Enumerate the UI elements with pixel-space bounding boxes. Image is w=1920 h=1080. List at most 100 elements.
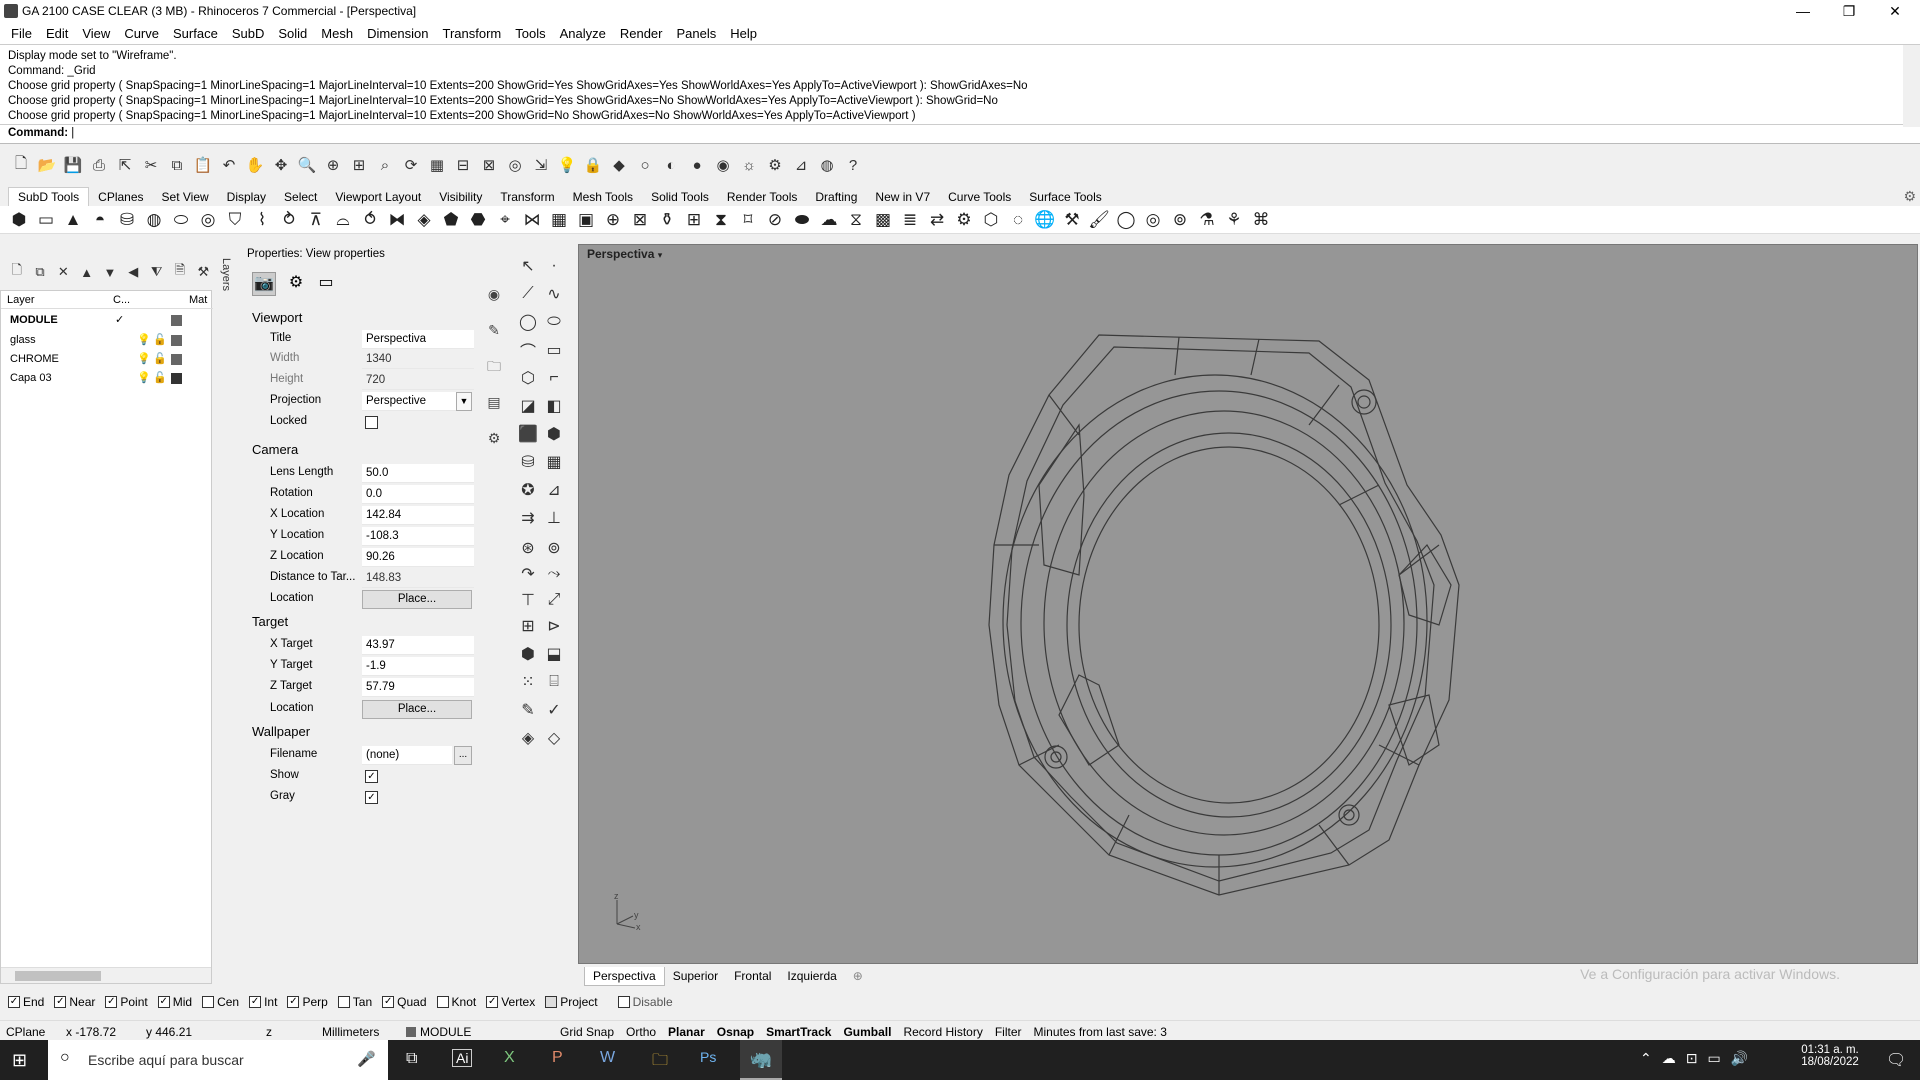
subd-extrude-icon[interactable]: ⛉ [224, 209, 246, 231]
analyze-tool-icon[interactable]: ⊥ [542, 506, 566, 530]
tab-cplanes[interactable]: CPlanes [89, 188, 152, 206]
subd-weld-icon[interactable]: ⬣ [467, 209, 489, 231]
subd-stitch-icon[interactable]: ⧖ [845, 209, 867, 231]
cplane-indicator[interactable]: CPlane [0, 1025, 60, 1039]
layers-horizontal-scrollbar[interactable] [1, 967, 211, 983]
osnap-icon[interactable]: ◎ [504, 154, 526, 176]
subd-mesh-grid-icon[interactable]: ▦ [548, 209, 570, 231]
trim-icon[interactable]: ⊤ [516, 588, 540, 612]
circle-icon[interactable]: ◯ [516, 310, 540, 334]
subd-sphere-wire-icon[interactable]: ◌ [1007, 209, 1029, 231]
osnap-mid-checkbox[interactable]: ✓ [157, 996, 170, 1008]
menu-edit[interactable]: Edit [39, 26, 75, 41]
osnap-mid[interactable]: ✓ Mid [157, 995, 192, 1009]
menu-solid[interactable]: Solid [271, 26, 314, 41]
tab-frontal[interactable]: Frontal [726, 967, 779, 985]
subd-repair-icon[interactable]: ⚙ [953, 209, 975, 231]
fillet-curve-icon[interactable]: ⌐ [542, 366, 566, 390]
osnap-perp[interactable]: ✓ Perp [287, 995, 328, 1009]
delete-layer-icon[interactable]: ✕ [55, 261, 72, 283]
subd-grid-icon[interactable]: ▩ [872, 209, 894, 231]
new-file-icon[interactable]: 🗋 [10, 154, 32, 176]
subd-offset-icon[interactable]: ⊘ [764, 209, 786, 231]
add-viewport-tab-icon[interactable]: ⊕ [845, 967, 871, 985]
gray-checkbox[interactable]: ✓ [365, 791, 378, 804]
materials-tab-icon[interactable]: ✎ [484, 312, 504, 348]
osnap-project[interactable]: Project [545, 995, 598, 1009]
new-sublayer-icon[interactable]: ⧉ [31, 261, 48, 283]
save-icon[interactable]: 💾 [62, 154, 84, 176]
filename-field[interactable]: (none) [362, 746, 452, 765]
subd-tools3-icon[interactable]: ⌘ [1250, 209, 1272, 231]
osnap-project-checkbox[interactable] [545, 996, 558, 1008]
properties-tab-icon[interactable]: ◉ [484, 276, 504, 312]
osnap-int[interactable]: ✓ Int [249, 995, 277, 1009]
layer-column-header[interactable]: Layer [7, 294, 35, 306]
y-location-field[interactable]: -108.3 [362, 527, 474, 546]
word-icon[interactable]: W [600, 1049, 615, 1067]
surface-extrude-icon[interactable]: ◧ [542, 394, 566, 418]
menu-curve[interactable]: Curve [117, 26, 166, 41]
menu-analyze[interactable]: Analyze [553, 26, 613, 41]
move-down-icon[interactable]: ▼ [101, 261, 118, 283]
tab-new-in-v7[interactable]: New in V7 [866, 188, 939, 206]
polyline-icon[interactable]: ⟋ [516, 282, 540, 306]
paste-icon[interactable]: 📋 [192, 154, 214, 176]
filter-icon[interactable]: ⧨ [148, 261, 165, 283]
tab-curve-tools[interactable]: Curve Tools [939, 188, 1020, 206]
shaded-sphere-icon[interactable]: ◐ [660, 154, 682, 176]
layer-page-icon[interactable]: 🗎 [171, 261, 188, 283]
edit-icon[interactable]: ✎ [516, 698, 540, 722]
title-field[interactable]: Perspectiva [362, 330, 474, 349]
menu-render[interactable]: Render [613, 26, 670, 41]
tab-viewport-layout[interactable]: Viewport Layout [326, 188, 430, 206]
render-tool-icon[interactable]: ✪ [516, 478, 540, 502]
file-explorer-icon[interactable]: 🗀 [652, 1049, 668, 1076]
zoom-icon[interactable]: 🔍 [296, 154, 318, 176]
group-icon[interactable]: ⊛ [516, 536, 540, 560]
subd-box-icon[interactable]: ⬢ [8, 209, 30, 231]
subd-plane-icon[interactable]: ▭ [35, 209, 57, 231]
powerpoint-icon[interactable]: P [552, 1049, 563, 1067]
render-tab-icon[interactable]: ⚙ [484, 420, 504, 456]
history-icon[interactable]: ⌸ [542, 670, 566, 694]
tab-drafting[interactable]: Drafting [806, 188, 866, 206]
osnap-point[interactable]: ✓ Point [105, 995, 148, 1009]
undo-icon[interactable]: ↶ [218, 154, 240, 176]
tab-surface-tools[interactable]: Surface Tools [1020, 188, 1111, 206]
layer-row[interactable]: Capa 03 💡 🔓 [1, 369, 213, 388]
subd-sphere-icon[interactable]: ◍ [143, 209, 165, 231]
microphone-icon[interactable]: 🎤 [357, 1050, 376, 1068]
layer-color-swatch[interactable] [171, 354, 182, 365]
y-target-field[interactable]: -1.9 [362, 657, 474, 676]
camera-icon[interactable]: 📷 [252, 272, 276, 296]
viewport-frame-icon[interactable]: ▭ [314, 272, 338, 296]
osnap-near[interactable]: ✓ Near [54, 995, 95, 1009]
layer-row[interactable]: CHROME 💡 🔓 [1, 350, 213, 369]
menu-surface[interactable]: Surface [166, 26, 225, 41]
subd-flow-icon[interactable]: ☁ [818, 209, 840, 231]
minimize-button[interactable]: — [1780, 0, 1826, 22]
layers-side-tab[interactable]: Layers [214, 258, 232, 308]
tab-superior[interactable]: Superior [665, 967, 726, 985]
lightbulb-icon[interactable]: 💡 [137, 369, 151, 388]
gumball-toggle[interactable]: Gumball [837, 1025, 897, 1039]
filter-toggle[interactable]: Filter [989, 1025, 1028, 1039]
show-checkbox[interactable]: ✓ [365, 770, 378, 783]
cut-icon[interactable]: ✂ [140, 154, 162, 176]
tab-set-view[interactable]: Set View [153, 188, 218, 206]
taskbar-search[interactable]: ○ Escribe aquí para buscar 🎤 [48, 1040, 388, 1080]
grid-snap-toggle[interactable]: Grid Snap [554, 1025, 620, 1039]
perspective-viewport[interactable]: Perspectiva ▾ z x y [578, 244, 1918, 964]
layer-color-swatch[interactable] [171, 315, 182, 326]
camera-place-button[interactable]: Place... [362, 590, 472, 609]
render-mode-icon[interactable]: ⚙ [284, 272, 308, 296]
osnap-toggle[interactable]: Osnap [711, 1025, 760, 1039]
menu-mesh[interactable]: Mesh [314, 26, 360, 41]
rendered-sphere-icon[interactable]: ● [686, 154, 708, 176]
lens-length-field[interactable]: 50.0 [362, 464, 474, 483]
material-icon[interactable]: ◆ [608, 154, 630, 176]
cage-edit-icon[interactable]: ⬢ [516, 642, 540, 666]
osnap-tan-checkbox[interactable] [337, 996, 350, 1008]
system-tray-icons[interactable]: ⌃☁⊡▭🔊 [1640, 1050, 1758, 1067]
